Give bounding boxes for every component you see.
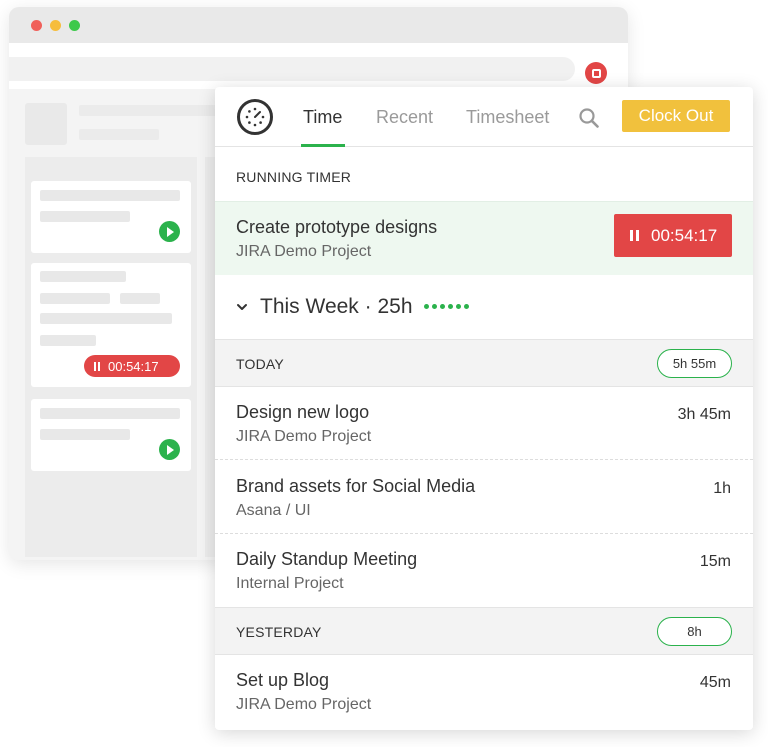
placeholder-line xyxy=(40,408,180,419)
placeholder-line xyxy=(79,105,219,116)
placeholder-line xyxy=(40,271,126,282)
time-entry-row[interactable]: Brand assets for Social Media Asana / UI… xyxy=(215,461,753,534)
entry-title: Daily Standup Meeting xyxy=(236,549,418,569)
day-header-today: TODAY 5h 55m xyxy=(215,339,753,387)
card-timer-label: 00:54:17 xyxy=(108,358,159,374)
clock-out-button[interactable]: Clock Out xyxy=(622,100,730,132)
day-total-badge: 8h xyxy=(657,617,732,646)
entry-project: Internal Project xyxy=(236,575,344,592)
entry-duration: 1h xyxy=(713,480,731,497)
pause-timer-button[interactable]: 00:54:17 xyxy=(614,214,732,257)
timer-popup-panel: Time Recent Timesheet Clock Out RUNNING … xyxy=(215,87,753,730)
chevron-down-icon xyxy=(237,304,247,310)
window-minimize-dot[interactable] xyxy=(50,20,61,31)
time-entry-row[interactable]: Design new logo JIRA Demo Project 3h 45m xyxy=(215,387,753,460)
running-timer-header: RUNNING TIMER xyxy=(215,147,753,201)
address-bar[interactable] xyxy=(9,57,575,81)
entry-title: Design new logo xyxy=(236,402,370,422)
running-entry-title: Create prototype designs xyxy=(236,217,438,237)
time-entry-row[interactable]: Set up Blog JIRA Demo Project 45m xyxy=(215,655,753,728)
window-maximize-dot[interactable] xyxy=(69,20,80,31)
placeholder-line xyxy=(40,429,130,440)
play-icon[interactable] xyxy=(159,221,180,242)
placeholder-line xyxy=(79,129,159,140)
placeholder-avatar xyxy=(25,103,67,145)
play-icon[interactable] xyxy=(159,439,180,460)
time-entry-row[interactable]: Daily Standup Meeting Internal Project 1… xyxy=(215,534,753,607)
browser-toolbar xyxy=(9,43,628,89)
running-entry-project: JIRA Demo Project xyxy=(236,243,372,260)
card-running-timer[interactable]: 00:54:17 xyxy=(84,355,180,377)
entry-duration: 45m xyxy=(699,674,731,691)
entry-project: JIRA Demo Project xyxy=(236,428,372,445)
entry-title: Brand assets for Social Media xyxy=(236,476,476,496)
week-progress-dots xyxy=(424,304,469,309)
tab-recent[interactable]: Recent xyxy=(376,107,433,128)
browser-titlebar xyxy=(9,7,628,43)
running-elapsed-time: 00:54:17 xyxy=(651,225,718,245)
entry-project: JIRA Demo Project xyxy=(236,696,372,713)
placeholder-line xyxy=(40,211,130,222)
pause-icon xyxy=(94,361,100,371)
entry-project: Asana / UI xyxy=(236,502,311,519)
day-label: TODAY xyxy=(236,356,284,372)
panel-nav: Time Recent Timesheet Clock Out xyxy=(215,87,753,147)
stopwatch-logo-icon xyxy=(237,99,273,135)
placeholder-line xyxy=(40,313,172,324)
placeholder-line xyxy=(40,335,96,346)
running-timer-entry[interactable]: Create prototype designs JIRA Demo Proje… xyxy=(215,201,753,275)
placeholder-card[interactable] xyxy=(31,399,191,471)
search-icon[interactable] xyxy=(578,107,600,129)
day-total-badge: 5h 55m xyxy=(657,349,732,378)
window-close-dot[interactable] xyxy=(31,20,42,31)
extension-stop-icon[interactable] xyxy=(585,62,607,84)
entry-duration: 3h 45m xyxy=(677,406,731,423)
placeholder-line xyxy=(40,293,110,304)
entry-title: Set up Blog xyxy=(236,670,330,690)
this-week-toggle[interactable]: This Week · 25h xyxy=(215,275,753,339)
day-label: YESTERDAY xyxy=(236,624,322,640)
running-timer-label: RUNNING TIMER xyxy=(236,169,352,185)
tab-time[interactable]: Time xyxy=(303,107,342,128)
entry-duration: 15m xyxy=(699,553,731,570)
placeholder-card[interactable] xyxy=(31,181,191,253)
day-header-yesterday: YESTERDAY 8h xyxy=(215,607,753,655)
this-week-summary: This Week · 25h xyxy=(260,295,413,318)
placeholder-line xyxy=(120,293,160,304)
placeholder-line xyxy=(40,190,180,201)
tab-timesheet[interactable]: Timesheet xyxy=(466,107,549,128)
pause-icon xyxy=(630,230,639,241)
